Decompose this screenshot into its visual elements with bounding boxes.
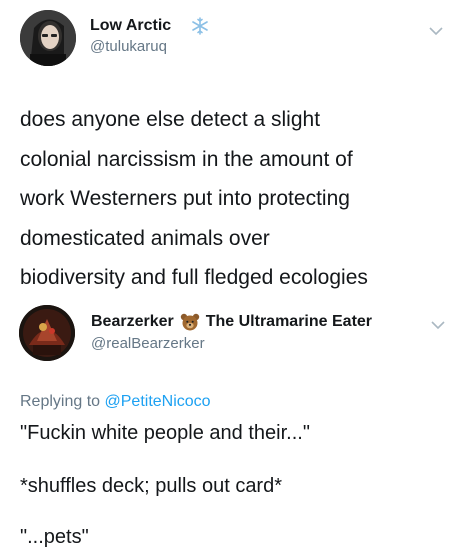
user-handle[interactable]: @realBearzerker	[91, 335, 205, 352]
tweet-text-line: *shuffles deck; pulls out card*	[20, 475, 283, 497]
tweet-text-line: work Westerners put into protecting	[20, 187, 350, 210]
tweet-text-line: colonial narcissism in the amount of	[20, 147, 353, 171]
tweet-text-line: "...pets"	[20, 526, 89, 548]
tweet-text: does anyone else detect a slight colonia…	[20, 100, 450, 298]
avatar[interactable]	[19, 305, 75, 361]
replying-to: Replying to @PetiteNicoco	[20, 393, 211, 411]
display-name[interactable]: Bearzerker	[91, 313, 174, 331]
avatar-photo-icon	[19, 305, 75, 361]
snowflake-icon	[192, 17, 208, 35]
replying-to-label: Replying to	[20, 393, 101, 410]
display-name-row[interactable]: Bearzerker The Ultramarine Eater	[91, 313, 372, 331]
chevron-down-icon[interactable]	[428, 26, 444, 36]
tweet-text-line: biodiversity and full fledged ecologies	[20, 266, 368, 289]
bear-emoji-icon	[180, 313, 199, 331]
chevron-down-icon[interactable]	[430, 320, 446, 330]
mention-link[interactable]: @PetiteNicoco	[105, 393, 211, 410]
tweet-text-line: does anyone else detect a slight	[20, 108, 321, 131]
display-name-suffix[interactable]: The Ultramarine Eater	[206, 313, 372, 331]
tweet-text-line: domesticated animals over	[20, 226, 270, 250]
tweet-text-line: "Fuckin white people and their..."	[20, 422, 310, 444]
avatar-photo-icon	[20, 10, 76, 66]
avatar[interactable]	[20, 10, 76, 66]
tweet-original: Low Arctic @tulukaruq does anyone else d…	[0, 0, 460, 298]
user-handle[interactable]: @tulukaruq	[90, 38, 167, 55]
display-name[interactable]: Low Arctic	[90, 17, 171, 35]
